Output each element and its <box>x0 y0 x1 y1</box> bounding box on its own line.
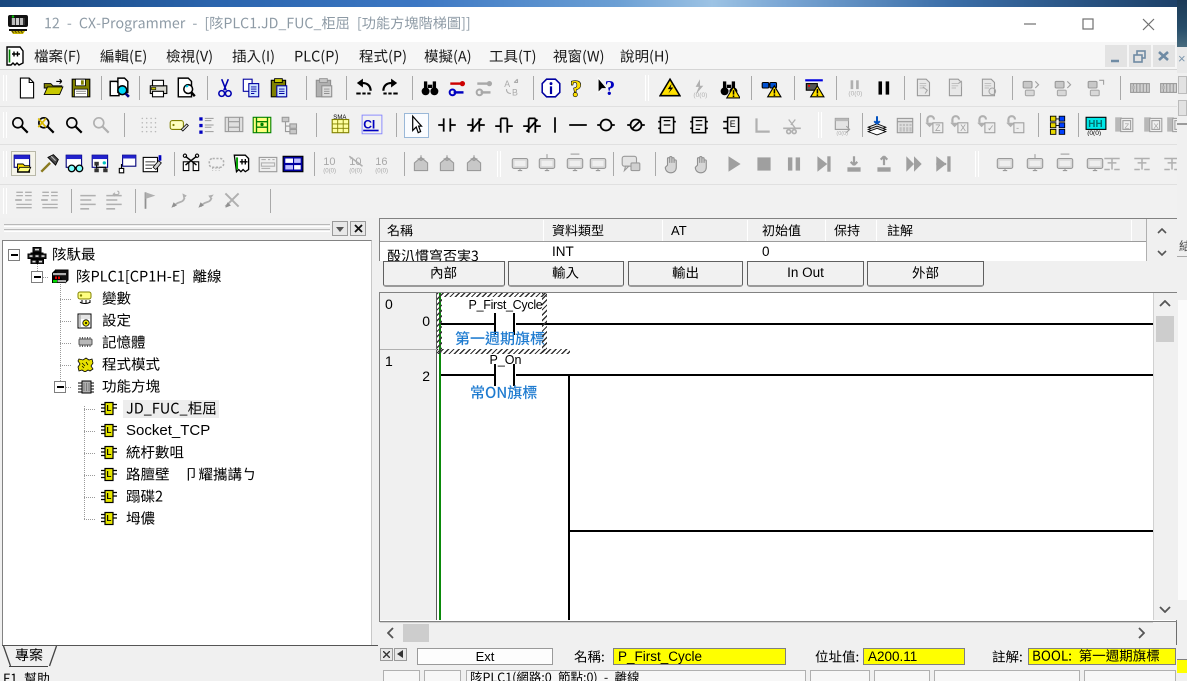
svg-text:(0(0): (0(0) <box>848 91 862 98</box>
svg-text:?: ? <box>570 77 582 99</box>
svg-text:Z: Z <box>935 123 941 133</box>
svg-text:X: X <box>1154 121 1159 130</box>
svg-text:(0(0): (0(0) <box>349 168 362 174</box>
svg-text:(0(0): (0(0) <box>836 131 848 136</box>
svg-text:L: L <box>107 470 112 479</box>
svg-text:L: L <box>107 448 112 457</box>
svg-text:✓: ✓ <box>987 123 994 133</box>
svg-text:L: L <box>107 426 112 435</box>
svg-text:SMA: SMA <box>333 115 347 121</box>
svg-text:(0(0): (0(0) <box>693 92 707 99</box>
svg-text:(0(0): (0(0) <box>1087 130 1101 136</box>
svg-text:Z: Z <box>1125 121 1130 130</box>
svg-text:L: L <box>107 404 112 413</box>
svg-text:16: 16 <box>375 156 387 168</box>
svg-text:A: A <box>504 79 510 89</box>
svg-text:10: 10 <box>323 156 335 168</box>
svg-text:L: L <box>107 514 112 523</box>
svg-text:(0(0): (0(0) <box>323 168 336 174</box>
svg-text:-: - <box>1016 123 1019 133</box>
svg-text:E: E <box>730 119 736 129</box>
svg-text:CI: CI <box>363 117 375 131</box>
svg-text:B: B <box>512 88 518 98</box>
svg-text:HH: HH <box>1088 119 1102 130</box>
svg-text:X: X <box>960 123 966 133</box>
svg-text:(0(0): (0(0) <box>375 168 388 174</box>
svg-text:L: L <box>107 492 112 501</box>
